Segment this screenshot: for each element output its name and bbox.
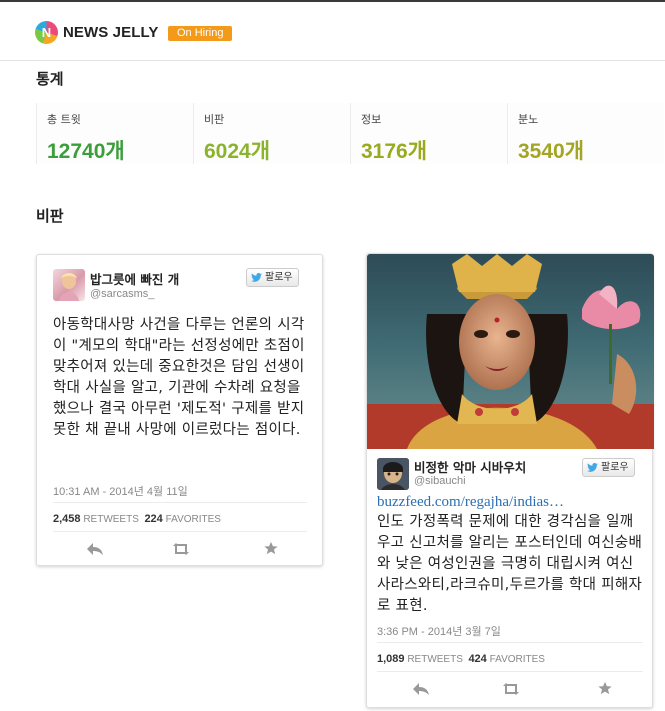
tweet-text: 아동학대사망 사건을 다루는 언론의 시각이 "계모의 학대"라는 선정성에만 …: [53, 317, 305, 438]
favorites-label: FAVORITES: [165, 514, 221, 525]
divider: [53, 502, 307, 503]
retweet-count[interactable]: 2,458: [53, 513, 81, 525]
tweet-timestamp[interactable]: 3:36 PM - 2014년 3월 7일: [377, 623, 501, 639]
stat-label: 총 트윗: [47, 113, 81, 126]
follow-label: 팔로우: [601, 462, 629, 473]
on-hiring-badge[interactable]: On Hiring: [168, 26, 233, 41]
site-logo[interactable]: NEWS JELLY: [35, 21, 158, 44]
favorite-count[interactable]: 424: [468, 653, 486, 665]
divider: [377, 671, 643, 672]
stats-section-title: 통계: [36, 70, 64, 88]
tweet-stats: 1,089 RETWEETS 424 FAVORITES: [377, 653, 545, 665]
tweet-stats: 2,458 RETWEETS 224 FAVORITES: [53, 513, 221, 525]
tweet-author-name[interactable]: 밥그릇에 빠진 개: [90, 269, 179, 288]
tweet-author-name[interactable]: 비정한 악마 시바우치: [414, 457, 526, 476]
follow-button[interactable]: 팔로우: [582, 458, 635, 477]
tweet-author-handle[interactable]: @sarcasms_: [90, 288, 154, 300]
avatar[interactable]: [53, 269, 85, 301]
tweet-media-image[interactable]: [367, 254, 654, 449]
stat-anger: 분노 3540개: [507, 103, 664, 164]
tweet-author-handle[interactable]: @sibauchi: [414, 475, 466, 487]
twitter-bird-icon: [251, 273, 262, 282]
tweet-card: 비정한 악마 시바우치 @sibauchi 팔로우 buzzfeed.com/r…: [366, 253, 654, 708]
stat-value: 12740개: [47, 140, 125, 163]
stat-value: 6024개: [204, 140, 271, 163]
stat-critique: 비판 6024개: [193, 103, 350, 164]
stat-label: 정보: [361, 113, 382, 126]
follow-label: 팔로우: [265, 272, 293, 283]
reply-icon[interactable]: [86, 542, 104, 556]
favorites-label: FAVORITES: [489, 654, 545, 665]
critique-section-title: 비판: [36, 207, 64, 225]
tweet-timestamp[interactable]: 10:31 AM - 2014년 4월 11일: [53, 483, 188, 499]
stat-label: 분노: [518, 113, 539, 126]
tweet-card: 밥그릇에 빠진 개 @sarcasms_ 팔로우 아동학대사망 사건을 다루는 …: [36, 254, 323, 566]
stat-label: 비판: [204, 113, 225, 126]
retweets-label: RETWEETS: [83, 514, 139, 525]
stat-value: 3176개: [361, 140, 428, 163]
retweets-label: RETWEETS: [407, 654, 463, 665]
divider: [53, 531, 307, 532]
logo-mark-icon: [35, 21, 58, 44]
divider: [377, 642, 643, 643]
reply-icon[interactable]: [412, 682, 430, 696]
twitter-bird-icon: [587, 463, 598, 472]
stat-info: 정보 3176개: [350, 103, 507, 164]
tweet-text: 인도 가정폭력 문제에 대한 경각심을 일깨우고 신고처를 알리는 포스터인데 …: [377, 514, 643, 614]
favorite-star-icon[interactable]: [596, 681, 614, 695]
logo-text: NEWS JELLY: [63, 24, 159, 41]
favorite-count[interactable]: 224: [144, 513, 162, 525]
retweet-count[interactable]: 1,089: [377, 653, 405, 665]
retweet-icon[interactable]: [502, 682, 520, 696]
stat-total-tweets: 총 트윗 12740개: [36, 103, 193, 164]
retweet-icon[interactable]: [172, 542, 190, 556]
stats-panel: 총 트윗 12740개 비판 6024개 정보 3176개 분노 3540개: [36, 103, 665, 164]
stat-value: 3540개: [518, 140, 585, 163]
tweet-link[interactable]: buzzfeed.com/regajha/indias…: [377, 494, 564, 511]
favorite-star-icon[interactable]: [262, 541, 280, 555]
site-header: NEWS JELLY On Hiring: [0, 2, 665, 61]
avatar[interactable]: [377, 458, 409, 490]
follow-button[interactable]: 팔로우: [246, 268, 299, 287]
